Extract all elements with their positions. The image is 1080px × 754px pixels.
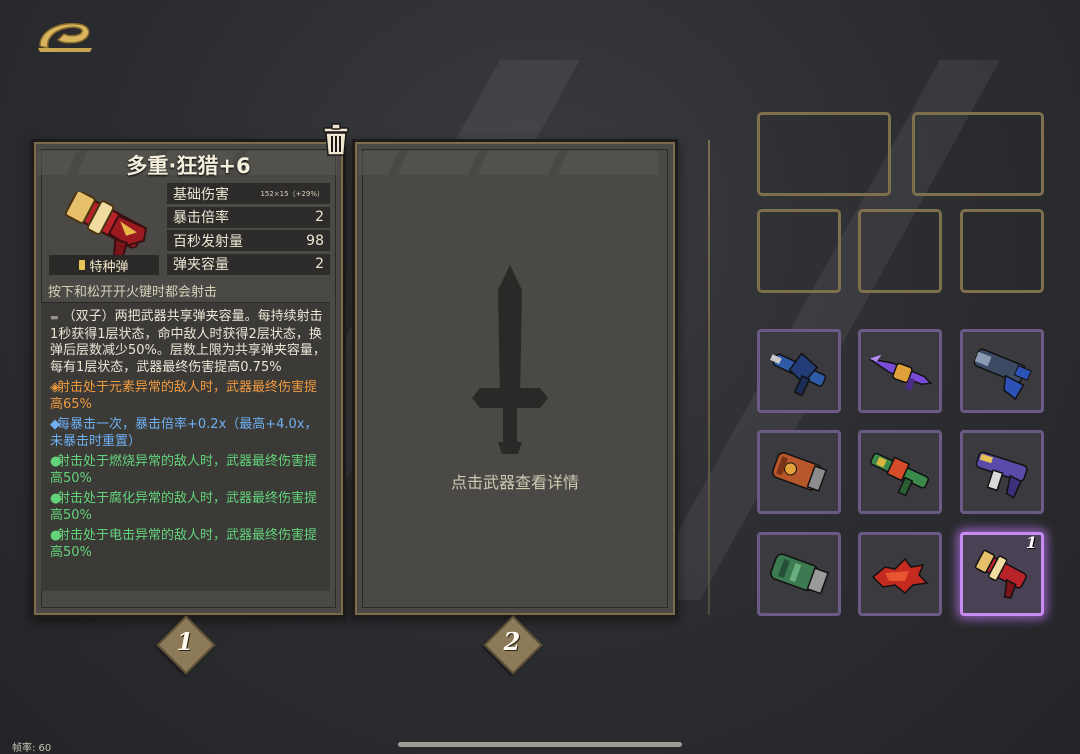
- perk-marker-icon: ●: [50, 528, 62, 543]
- stat-row-fire-rate: 百秒发射量 98: [167, 230, 330, 251]
- inventory-slot[interactable]: [757, 329, 841, 413]
- inventory-slot[interactable]: [858, 329, 942, 413]
- stat-value: 2: [315, 256, 324, 272]
- slot-number: 2: [503, 627, 521, 656]
- stat-row-magazine-size: 弹夹容量 2: [167, 253, 330, 275]
- slot-number: 1: [176, 627, 194, 656]
- stat-label: 基础伤害: [173, 186, 229, 203]
- description-box: ▬ （双子）两把武器共享弹夹容量。每持续射击1秒获得1层状态，命中敌人时获得2层…: [41, 302, 330, 591]
- home-indicator-bar[interactable]: [398, 742, 682, 747]
- equipped-slot-badge: 1: [1025, 533, 1037, 552]
- orange-gauntlet-icon: [772, 452, 828, 492]
- perk-text: 射击处于腐化异常的敌人时，武器最终伤害提高50%: [50, 491, 318, 523]
- equipment-slot-large-1[interactable]: [757, 112, 891, 196]
- inventory-slot-selected[interactable]: 1: [960, 532, 1044, 616]
- inventory-slot[interactable]: [858, 430, 942, 514]
- red-dragon-gun-icon: [871, 557, 929, 595]
- description-main: ▬ （双子）两把武器共享弹夹容量。每持续射击1秒获得1层状态，命中敌人时获得2层…: [50, 309, 326, 376]
- stats-table: 基础伤害 152×15（+29%） 暴击倍率 2 百秒发射量 98 弹夹容量 2: [167, 183, 330, 277]
- stat-value: 152×15（+29%）: [260, 189, 324, 198]
- stat-row-crit-multiplier: 暴击倍率 2: [167, 206, 330, 228]
- perk-item: ◆每暴击一次，暴击倍率+0.2x（最高+4.0x，未暴击时重置）: [50, 417, 326, 450]
- gold-red-multi-barrel-gun-icon: [64, 192, 148, 258]
- blue-heavy-gun-icon: [973, 348, 1032, 401]
- perk-marker-icon: ◈: [50, 380, 60, 395]
- perk-item: ●射击处于腐化异常的敌人时，武器最终伤害提高50%: [50, 491, 326, 524]
- description-text: ▬ （双子）两把武器共享弹夹容量。每持续射击1秒获得1层状态，命中敌人时获得2层…: [50, 309, 326, 565]
- back-icon[interactable]: [34, 12, 96, 54]
- vertical-divider: [708, 140, 710, 615]
- equipment-slot-small-3[interactable]: [960, 209, 1044, 293]
- equipment-slot-large-2[interactable]: [912, 112, 1044, 196]
- weapon-detail-panel: 多重·狂猎+6 特种弹 基础伤害 152×15（+29%） 暴击倍率 2 百秒发…: [31, 139, 346, 618]
- purple-smg-icon: [975, 451, 1028, 499]
- trash-icon[interactable]: [320, 122, 352, 158]
- purple-spear-gun-icon: [868, 354, 933, 391]
- equipment-slot-small-2[interactable]: [858, 209, 942, 293]
- ammo-type-badge: 特种弹: [49, 255, 159, 275]
- stat-value: 98: [306, 232, 324, 249]
- green-gauntlet-icon: [770, 553, 830, 595]
- perk-text: 射击处于电击异常的敌人时，武器最终伤害提高50%: [50, 528, 318, 560]
- equipment-slot-small-1[interactable]: [757, 209, 841, 293]
- ammo-type-label: 特种弹: [89, 259, 129, 275]
- green-rifle-icon: [870, 452, 930, 497]
- panel-header-band: [358, 151, 658, 175]
- weapon-slot-1-tab[interactable]: 1: [156, 615, 216, 675]
- twin-icon: ▬: [50, 313, 59, 323]
- inventory-slot[interactable]: [858, 532, 942, 616]
- fps-counter: 帧率: 60: [12, 743, 52, 754]
- inventory-slot[interactable]: [960, 329, 1044, 413]
- perk-item: ●射击处于燃烧异常的敌人时，武器最终伤害提高50%: [50, 454, 326, 487]
- empty-slot-hint: 点击武器查看详情: [450, 473, 579, 492]
- inventory-slot[interactable]: [960, 430, 1044, 514]
- weapon-title: 多重·狂猎+6: [126, 154, 251, 178]
- stat-label: 暴击倍率: [173, 210, 229, 226]
- perk-marker-icon: ●: [50, 454, 62, 469]
- stat-label: 百秒发射量: [173, 233, 243, 250]
- sword-placeholder-icon: [472, 265, 548, 454]
- stat-row-base-damage: 基础伤害 152×15（+29%）: [167, 183, 330, 204]
- bullet-icon: [79, 260, 86, 270]
- perk-marker-icon: ●: [50, 491, 62, 506]
- description-main-text: （双子）两把武器共享弹夹容量。每持续射击1秒获得1层状态，命中敌人时获得2层状态…: [50, 309, 326, 375]
- blue-crossbow-gun-icon: [770, 352, 827, 397]
- stat-value: 2: [315, 209, 324, 225]
- perk-marker-icon: ◆: [50, 417, 60, 432]
- weapon-slot-2-tab[interactable]: 2: [483, 615, 543, 675]
- inventory-slot[interactable]: [757, 532, 841, 616]
- empty-weapon-panel[interactable]: 点击武器查看详情: [352, 139, 678, 618]
- fire-note: 按下和松开开火键时都会射击: [48, 285, 218, 300]
- perk-text: 每暴击一次，暴击倍率+0.2x（最高+4.0x，未暴击时重置）: [50, 417, 318, 449]
- perk-item: ◈射击处于元素异常的敌人时，武器最终伤害提高65%: [50, 380, 326, 413]
- perk-text: 射击处于燃烧异常的敌人时，武器最终伤害提高50%: [50, 454, 318, 486]
- inventory-slot[interactable]: [757, 430, 841, 514]
- perk-item: ●射击处于电击异常的敌人时，武器最终伤害提高50%: [50, 528, 326, 561]
- stat-label: 弹夹容量: [173, 257, 229, 273]
- perk-text: 射击处于元素异常的敌人时，武器最终伤害提高65%: [50, 380, 318, 412]
